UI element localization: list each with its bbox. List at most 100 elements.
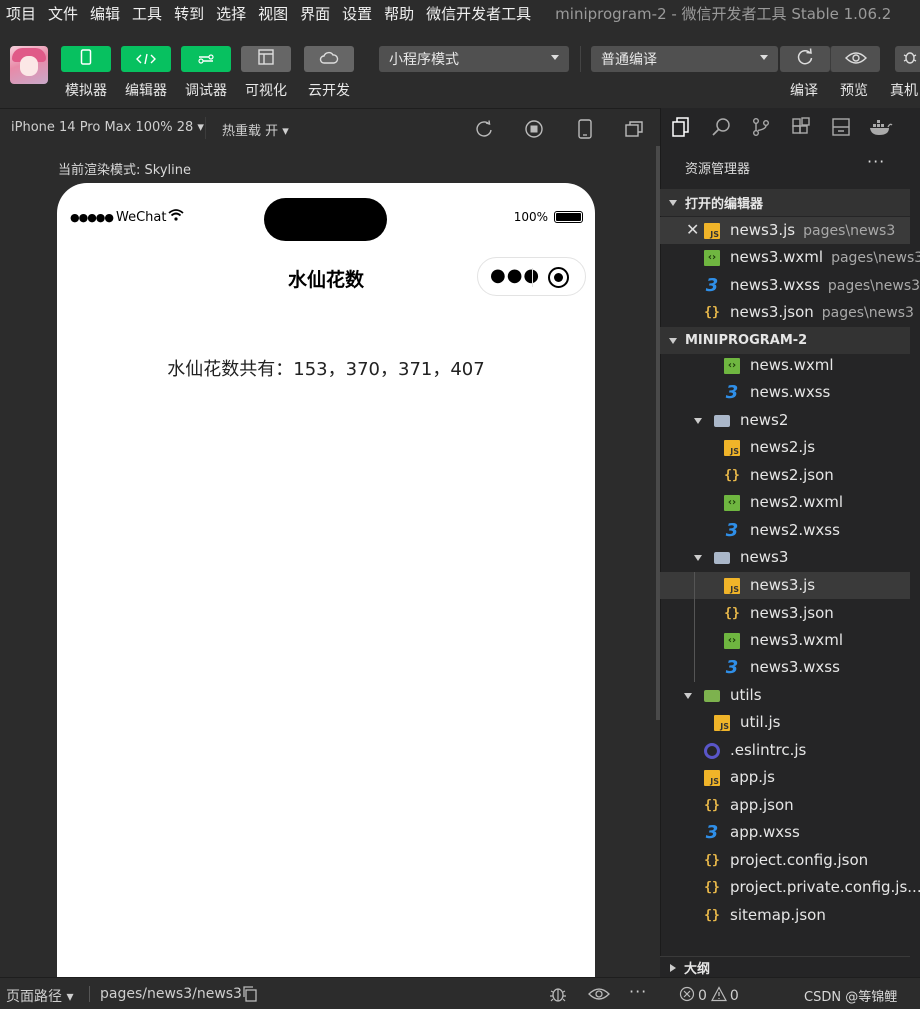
render-mode-label: 当前渲染模式: Skyline [58, 163, 191, 178]
tree-item[interactable]: {} project.config.json [660, 847, 910, 874]
tree-item[interactable]: JS util.js [660, 709, 910, 736]
menu-view[interactable]: 视图 [252, 3, 294, 24]
compile-button[interactable] [780, 46, 830, 72]
menu-settings[interactable]: 设置 [336, 3, 378, 24]
wxml-file-icon: ‹› [704, 250, 720, 266]
problems-indicator[interactable]: 0 0 [679, 986, 739, 1006]
close-icon[interactable]: ✕ [686, 220, 699, 239]
tree-item[interactable]: 3 news3.wxss [660, 654, 910, 681]
file-name: news2.js [750, 438, 816, 456]
toolbar: 模拟器 编辑器 调试器 可视化 云开发 小程序模式 普通编译 编译 预览 真机 [0, 26, 920, 106]
bug-icon[interactable] [548, 985, 568, 1007]
outline-section[interactable]: 大纲 [660, 956, 910, 978]
open-editor-item[interactable]: 3 news3.wxss pages\news3 [660, 272, 920, 299]
storage-icon[interactable] [831, 117, 851, 137]
file-path: pages\news3 [821, 305, 914, 321]
visualize-label: 可视化 [245, 83, 287, 99]
real-device-button[interactable] [895, 46, 920, 72]
tree-folder[interactable]: news3 [660, 544, 910, 571]
menu-devtools[interactable]: 微信开发者工具 [420, 3, 537, 24]
tree-item[interactable]: JS news2.js [660, 434, 910, 461]
page-path-value: pages/news3/news3 [100, 986, 242, 1002]
open-editor-item[interactable]: {} news3.json pages\news3 [660, 299, 914, 326]
open-editor-item[interactable]: ‹› news3.wxml pages\news3 [660, 244, 920, 271]
wxss-file-icon: 3 [725, 520, 739, 541]
cloud-label: 云开发 [308, 83, 350, 99]
files-icon[interactable] [671, 117, 691, 137]
hot-reload-value: 热重载 开 [222, 124, 279, 139]
status-bar-left: ●●●●● WeChat [70, 209, 185, 225]
compile-select[interactable]: 普通编译 [591, 46, 778, 72]
phone-screen: ●●●●● WeChat 100% 水仙花数 ●●● 水仙花数共有：153，37… [57, 183, 595, 983]
cloud-button[interactable] [304, 46, 354, 72]
tree-item[interactable]: ‹› news3.wxml [660, 627, 910, 654]
menu-edit[interactable]: 编辑 [84, 3, 126, 24]
tree-folder[interactable]: utils [660, 682, 910, 709]
detach-window-icon[interactable] [624, 119, 644, 143]
file-name: project.config.json [730, 851, 869, 869]
phone-icon[interactable] [577, 119, 593, 143]
extensions-icon[interactable] [791, 117, 811, 137]
narcissistic-numbers-text: 水仙花数共有：153，370，371，407 [167, 359, 485, 380]
code-icon [136, 50, 156, 69]
tree-item[interactable]: JS app.js [660, 764, 910, 791]
simulator-button[interactable] [61, 46, 111, 72]
tree-item[interactable]: ‹› news2.wxml [660, 489, 910, 516]
outline-title: 大纲 [684, 962, 711, 977]
open-editor-item[interactable]: ✕ JS news3.js pages\news3 [660, 217, 910, 244]
error-icon [679, 986, 695, 1006]
more-actions-icon[interactable]: ··· [867, 152, 885, 171]
avatar[interactable] [10, 46, 48, 84]
warning-icon [710, 986, 727, 1006]
tree-item[interactable]: .eslintrc.js [660, 737, 910, 764]
close-miniprogram-icon[interactable] [548, 267, 569, 288]
tree-item[interactable]: {} app.json [660, 792, 910, 819]
page-path-menu[interactable]: 页面路径 ▾ [6, 986, 73, 1006]
tree-folder[interactable]: news2 [660, 407, 910, 434]
source-control-icon[interactable] [751, 117, 771, 137]
tree-item[interactable]: {} project.private.config.js... [660, 874, 920, 901]
preview-button[interactable] [830, 46, 880, 72]
search-icon[interactable] [711, 117, 731, 137]
hot-reload-toggle[interactable]: 热重载 开 ▾ [222, 120, 289, 139]
menu-goto[interactable]: 转到 [168, 3, 210, 24]
mode-select[interactable]: 小程序模式 [379, 46, 569, 72]
file-name: app.wxss [730, 823, 800, 841]
stop-icon[interactable] [524, 119, 544, 143]
compile-select-value: 普通编译 [601, 52, 657, 68]
bug-icon [902, 49, 918, 69]
wxss-file-icon: 3 [725, 382, 739, 403]
copy-icon[interactable] [242, 986, 258, 1006]
eye-icon[interactable] [588, 987, 610, 1005]
file-name: util.js [740, 713, 781, 731]
menu-help[interactable]: 帮助 [378, 3, 420, 24]
open-editors-section[interactable]: 打开的编辑器 [660, 189, 910, 216]
json-file-icon: {} [704, 908, 720, 923]
tree-item[interactable]: ‹› news.wxml [660, 352, 910, 379]
tree-item[interactable]: 3 news2.wxss [660, 517, 910, 544]
tree-item[interactable]: {} news3.json [660, 600, 910, 627]
menu-tools[interactable]: 工具 [126, 3, 168, 24]
menu-select[interactable]: 选择 [210, 3, 252, 24]
more-icon[interactable]: ··· [629, 982, 647, 1001]
tree-item[interactable]: 3 news.wxss [660, 379, 910, 406]
debugger-button[interactable] [181, 46, 231, 72]
docker-icon[interactable] [869, 117, 893, 137]
wifi-icon [168, 209, 185, 225]
menu-interface[interactable]: 界面 [294, 3, 336, 24]
indent-guide [694, 572, 695, 682]
tree-item-selected[interactable]: JS news3.js [660, 572, 910, 599]
watermark: CSDN @等锦鲤 [804, 990, 898, 1005]
file-name: news3.js [750, 576, 816, 594]
menu-project[interactable]: 项目 [0, 3, 42, 24]
device-select[interactable]: iPhone 14 Pro Max 100% 28 ▾ [11, 120, 204, 135]
tree-item[interactable]: {} news2.json [660, 462, 910, 489]
editor-button[interactable] [121, 46, 171, 72]
tree-item[interactable]: {} sitemap.json [660, 902, 910, 929]
visualize-button[interactable] [241, 46, 291, 72]
file-name: news3.wxss [750, 658, 840, 676]
tree-item[interactable]: 3 app.wxss [660, 819, 910, 846]
project-section[interactable]: MINIPROGRAM-2 [660, 327, 910, 354]
rotate-icon[interactable] [474, 119, 494, 143]
menu-file[interactable]: 文件 [42, 3, 84, 24]
